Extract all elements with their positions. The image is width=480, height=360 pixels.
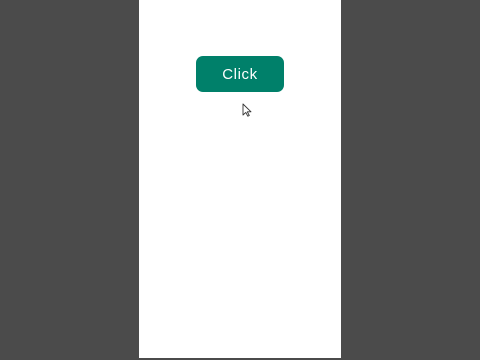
arrow-pointer-icon [242,103,252,117]
screen-stage: Click [0,0,480,360]
click-button[interactable]: Click [196,56,284,92]
page-viewport: Click [139,0,341,358]
